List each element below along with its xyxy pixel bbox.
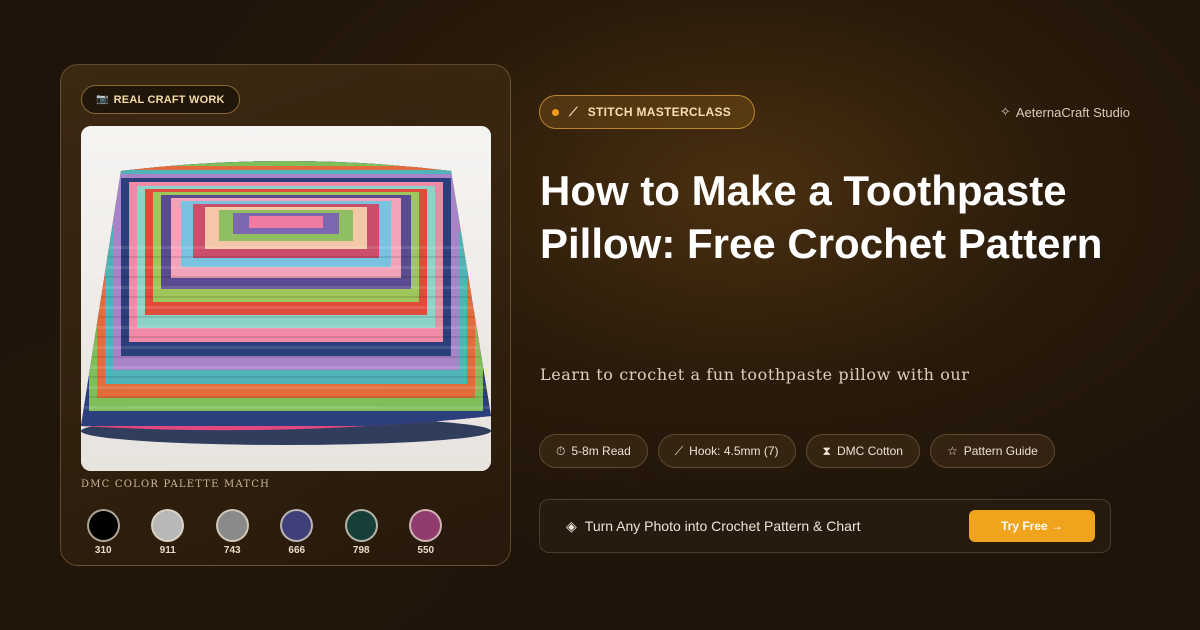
pillow-image [81,126,491,471]
swatch-item[interactable]: 666 [265,509,330,556]
swatch-item[interactable]: 550 [394,509,459,556]
shield-icon: ◈ [566,517,577,534]
swatch-code: 666 [288,545,306,556]
chip-label: Hook: 4.5mm (7) [689,444,779,458]
camera-icon: 📷 [96,94,109,105]
chip-hook-size[interactable]: ⟋ Hook: 4.5mm (7) [657,434,796,468]
swatch-color [344,509,378,542]
chip-label: Pattern Guide [963,444,1038,458]
cta-text: Turn Any Photo into Crochet Pattern & Ch… [584,518,861,534]
swatch-color [409,509,443,542]
real-craft-badge: 📷 REAL CRAFT WORK [81,85,240,114]
swatch-code: 911 [159,545,176,556]
swatch-color [151,509,185,542]
swatch-code: 798 [352,545,370,556]
swatch-item[interactable]: 310 [71,509,136,556]
swatch-item[interactable]: 743 [200,509,265,556]
brand-name: AeternaCraft Studio [1015,104,1130,120]
chip-label: DMC Cotton [836,444,903,458]
chip-yarn[interactable]: ⧗ DMC Cotton [805,434,920,468]
preview-card: 📷 REAL CRAFT WORK DMC COLOR PALETTE MATC… [60,64,511,566]
cta-banner: ◈ Turn Any Photo into Crochet Pattern & … [539,499,1111,553]
swatch-list: 310 911 743 666 798 550 [71,509,458,556]
swatch-color [86,509,120,542]
brand[interactable]: ✧ AeternaCraft Studio [1000,104,1130,120]
article-description: Learn to crochet a fun toothpaste pillow… [540,365,970,384]
hook-icon: ⟋ [674,443,684,458]
swatch-color [280,509,314,542]
category-pill-label: STITCH MASTERCLASS [587,105,732,119]
palette-title: DMC COLOR PALETTE MATCH [81,479,271,490]
swatch-code: 743 [223,545,241,556]
try-free-button[interactable]: Try Free → [969,510,1095,542]
article-title: How to Make a Toothpaste Pillow: Free Cr… [540,167,1103,267]
real-craft-badge-label: REAL CRAFT WORK [113,93,225,106]
swatch-item[interactable]: 798 [329,509,394,556]
swatch-code: 310 [94,545,112,556]
sparkle-icon: ✧ [999,104,1011,119]
meta-chips: ⏱ 5-8m Read ⟋ Hook: 4.5mm (7) ⧗ DMC Cott… [539,434,1055,468]
stopwatch-icon: ⏱ [556,443,566,458]
swatch-code: 550 [417,545,435,556]
thread-spool-icon: ⧗ [822,443,831,458]
pillow-photo [81,126,491,471]
chip-pattern-guide[interactable]: ☆ Pattern Guide [929,434,1055,468]
magic-wand-icon: ⟋ [569,104,578,119]
star-icon: ☆ [946,444,958,458]
chip-read-time[interactable]: ⏱ 5-8m Read [539,434,648,468]
category-pill[interactable]: ⟋ STITCH MASTERCLASS [539,95,755,129]
status-dot [552,108,559,116]
swatch-item[interactable]: 911 [136,509,201,556]
chip-label: 5-8m Read [571,444,631,458]
swatch-color [215,509,249,542]
